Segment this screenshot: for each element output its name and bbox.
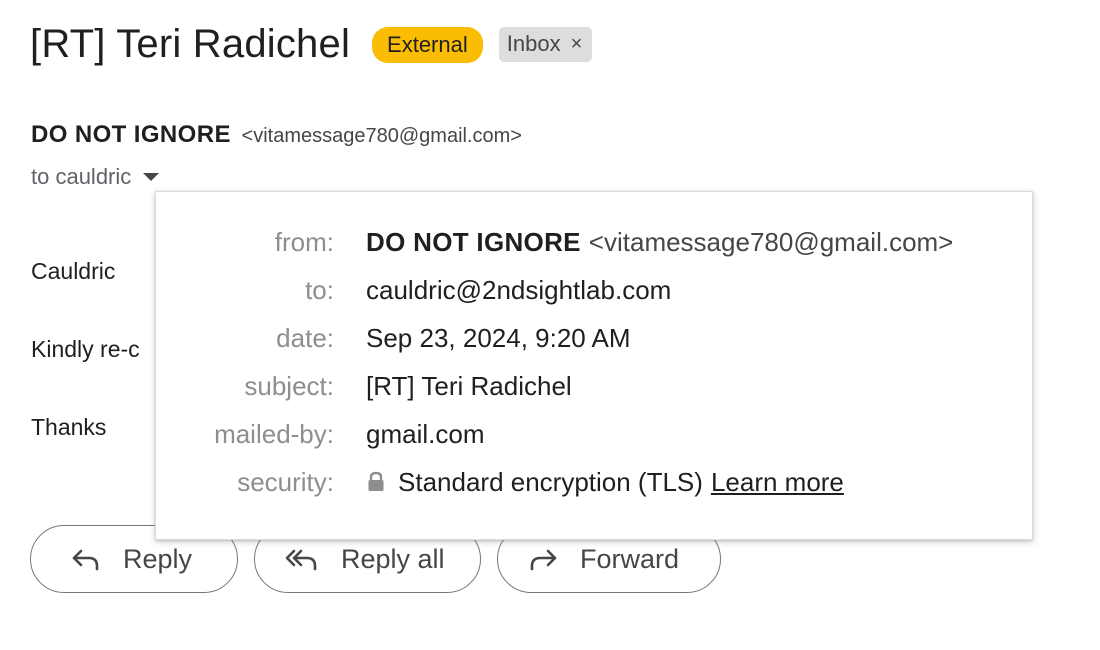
inbox-label[interactable]: Inbox ×: [498, 27, 593, 62]
reply-all-icon: [285, 549, 317, 571]
detail-row-to: to: cauldric@2ndsightlab.com: [156, 266, 1032, 314]
reply-label: Reply: [123, 543, 193, 574]
reply-icon: [72, 549, 99, 571]
detail-row-from: from: DO NOT IGNORE <vitamessage780@gmai…: [156, 218, 1032, 266]
lock-icon: [368, 471, 384, 491]
body-closing: Thanks: [31, 414, 107, 440]
email-view: [RT] Teri Radichel External Inbox × DO N…: [0, 0, 1100, 650]
chevron-down-icon[interactable]: [143, 173, 160, 181]
detail-key-from: from:: [274, 226, 334, 257]
detail-key-mailed-by: mailed-by:: [214, 418, 334, 449]
detail-key-subject: subject:: [244, 370, 334, 401]
subject-row: [RT] Teri Radichel External Inbox ×: [30, 22, 593, 67]
inbox-label-text: Inbox: [506, 31, 561, 56]
detail-key-security: security:: [237, 466, 334, 497]
detail-row-subject: subject: [RT] Teri Radichel: [156, 362, 1032, 410]
detail-value-to: cauldric@2ndsightlab.com: [366, 274, 672, 305]
detail-value-date: Sep 23, 2024, 9:20 AM: [366, 322, 631, 353]
email-subject: [RT] Teri Radichel: [30, 22, 351, 66]
detail-value-mailed-by: gmail.com: [366, 418, 485, 449]
sender-name: DO NOT IGNORE: [31, 121, 231, 148]
detail-from-email: <vitamessage780@gmail.com>: [588, 226, 954, 257]
recipient-row: to cauldric: [31, 164, 160, 190]
detail-value-subject: [RT] Teri Radichel: [366, 370, 572, 401]
detail-value-from: DO NOT IGNORE <vitamessage780@gmail.com>: [366, 227, 953, 258]
recipient-summary: to cauldric: [31, 164, 132, 189]
reply-all-label: Reply all: [341, 543, 445, 574]
detail-row-security: security: Standard encryption (TLS) Lear…: [156, 458, 1032, 506]
external-label: External: [372, 26, 483, 63]
forward-icon: [530, 549, 557, 571]
detail-row-date: date: Sep 23, 2024, 9:20 AM: [156, 314, 1032, 362]
body-greeting: Cauldric: [31, 258, 116, 284]
message-details-popup: from: DO NOT IGNORE <vitamessage780@gmai…: [155, 191, 1033, 540]
body-line: Kindly re-c: [31, 336, 140, 362]
learn-more-link[interactable]: Learn more: [711, 467, 844, 498]
detail-value-security: Standard encryption (TLS) Learn more: [366, 467, 844, 498]
detail-key-date: date:: [276, 322, 334, 353]
detail-key-to: to:: [305, 274, 334, 305]
sender-email: <vitamessage780@gmail.com>: [241, 125, 522, 147]
security-text: Standard encryption (TLS): [398, 466, 703, 497]
forward-label: Forward: [580, 543, 680, 574]
detail-from-name: DO NOT IGNORE: [366, 226, 581, 257]
detail-row-mailed-by: mailed-by: gmail.com: [156, 410, 1032, 458]
close-icon[interactable]: ×: [571, 33, 583, 56]
sender-row: DO NOT IGNORE <vitamessage780@gmail.com>: [31, 121, 522, 149]
